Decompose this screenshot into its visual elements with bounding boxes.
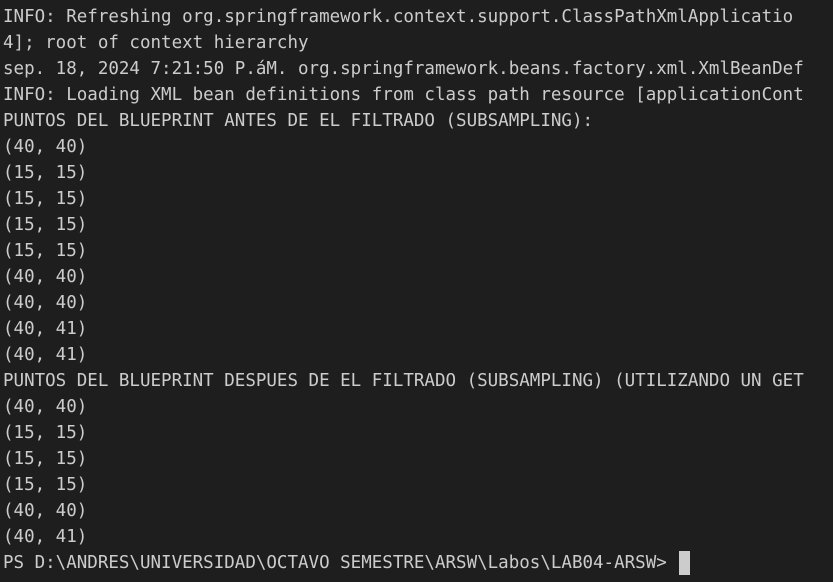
log-line-info-loading: INFO: Loading XML bean definitions from … xyxy=(3,85,804,105)
point-line: (40, 40) xyxy=(3,293,88,313)
point-line: (15, 15) xyxy=(3,475,88,495)
point-line: (40, 40) xyxy=(3,137,88,157)
prompt-text: PS D:\ANDRES\UNIVERSIDAD\OCTAVO SEMESTRE… xyxy=(3,553,678,573)
point-line: (15, 15) xyxy=(3,163,88,183)
heading-before-filter: PUNTOS DEL BLUEPRINT ANTES DE EL FILTRAD… xyxy=(3,111,594,131)
heading-after-filter: PUNTOS DEL BLUEPRINT DESPUES DE EL FILTR… xyxy=(3,371,804,391)
point-line: (40, 41) xyxy=(3,345,88,365)
point-line: (40, 40) xyxy=(3,501,88,521)
point-line: (15, 15) xyxy=(3,423,88,443)
point-line: (40, 41) xyxy=(3,527,88,547)
point-line: (40, 40) xyxy=(3,267,88,287)
terminal-output[interactable]: INFO: Refreshing org.springframework.con… xyxy=(0,0,833,582)
point-line: (15, 15) xyxy=(3,215,88,235)
log-line-root-context: 4]; root of context hierarchy xyxy=(3,33,309,53)
log-line-info-refreshing: INFO: Refreshing org.springframework.con… xyxy=(3,7,794,27)
point-line: (15, 15) xyxy=(3,241,88,261)
log-line-timestamp: sep. 18, 2024 7:21:50 P.áM. org.springfr… xyxy=(3,59,804,79)
point-line: (40, 40) xyxy=(3,397,88,417)
point-line: (15, 15) xyxy=(3,449,88,469)
point-line: (15, 15) xyxy=(3,189,88,209)
text-cursor xyxy=(679,551,691,575)
point-line: (40, 41) xyxy=(3,319,88,339)
command-prompt[interactable]: PS D:\ANDRES\UNIVERSIDAD\OCTAVO SEMESTRE… xyxy=(3,550,833,576)
